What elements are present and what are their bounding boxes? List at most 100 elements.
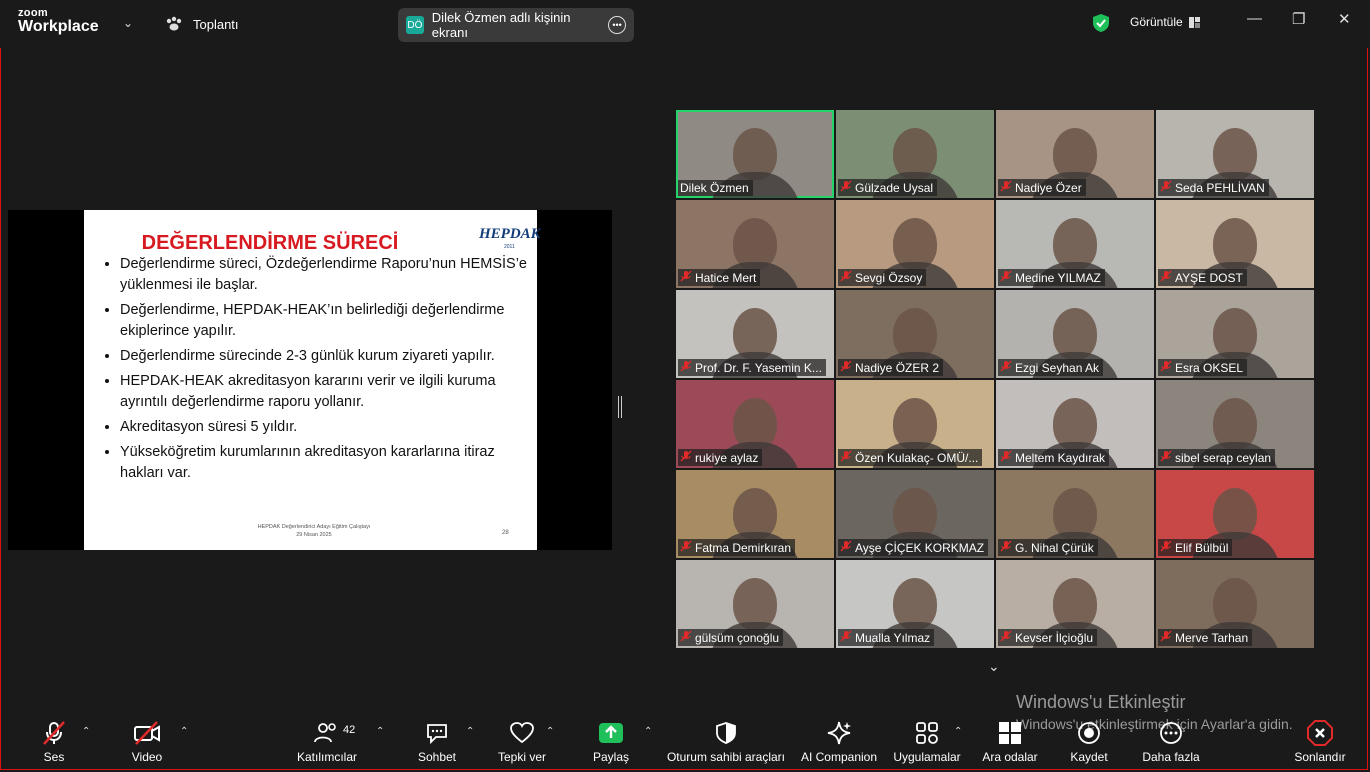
participant-tile[interactable]: Fatma Demirkıran [676,470,834,558]
chevron-down-icon[interactable]: ⌄ [988,658,1000,675]
react-button[interactable]: Tepki ver [496,720,548,764]
share-options-caret-icon[interactable]: ⌃ [644,726,652,737]
participant-tile[interactable]: Kevser İlçioğlu [996,560,1154,648]
ai-companion-button[interactable]: AI Companion [798,720,880,764]
participants-count: 42 [343,724,356,736]
mic-muted-icon [1000,360,1012,375]
participant-tile[interactable]: G. Nihal Çürük [996,470,1154,558]
sparkle-icon [827,721,851,745]
end-meeting-button[interactable]: Sonlandır [1290,720,1350,764]
participant-name: Prof. Dr. F. Yasemin K... [695,360,822,375]
apps-options-caret-icon[interactable]: ⌃ [954,726,962,737]
participant-tile[interactable]: Sevgi Özsoy [836,200,994,288]
participant-name: Fatma Demirkıran [695,540,792,555]
participant-tile[interactable]: Seda PEHLİVAN [1156,110,1314,198]
participant-name: rukiye aylaz [695,450,759,465]
apps-button[interactable]: Uygulamalar [892,720,962,764]
zoom-logo: zoom Workplace [18,8,99,35]
share-screen-icon [599,723,623,743]
participant-name-tag: Mualla Yılmaz [838,629,935,646]
slide-page-number: 28 [502,530,509,536]
participant-name: Hatice Mert [695,270,757,285]
participant-name: Özen Kulakaç- OMÜ/... [855,450,979,465]
participant-tile[interactable]: Gülzade Uysal [836,110,994,198]
apps-icon [916,722,938,744]
breakout-rooms-button[interactable]: Ara odalar [980,720,1040,764]
participant-name: Sevgi Özsoy [855,270,923,285]
participant-tile[interactable]: Merve Tarhan [1156,560,1314,648]
close-icon[interactable]: ✕ [1338,10,1351,28]
chat-label: Sohbet [417,750,457,764]
hepdak-logo-sub: 2011 [504,244,515,250]
participant-name-tag: Özen Kulakaç- OMÜ/... [838,449,983,466]
participant-tile[interactable]: Meltem Kaydırak [996,380,1154,468]
participant-name: Esra OKSEL [1175,360,1244,375]
audio-button[interactable]: Ses [34,720,74,764]
record-button[interactable]: Kaydet [1066,720,1112,764]
participant-tile[interactable]: rukiye aylaz [676,380,834,468]
participant-name: Merve Tarhan [1175,630,1249,645]
react-options-caret-icon[interactable]: ⌃ [546,726,554,737]
chat-options-caret-icon[interactable]: ⌃ [466,726,474,737]
video-options-caret-icon[interactable]: ⌃ [180,726,188,737]
ai-companion-label: AI Companion [800,750,878,764]
minimize-icon[interactable]: — [1247,10,1262,27]
participant-tile[interactable]: Hatice Mert [676,200,834,288]
participant-tile[interactable]: Nadiye Özer [996,110,1154,198]
view-label: Görüntüle [1130,15,1183,29]
mic-muted-icon [680,270,692,285]
restore-icon[interactable]: ❐ [1292,10,1305,28]
chevron-down-icon[interactable]: ⌄ [123,16,133,30]
participant-name: Kevser İlçioğlu [1015,630,1094,645]
participant-tile[interactable]: Medine YILMAZ [996,200,1154,288]
participant-name-tag: Ezgi Seyhan Ak [998,359,1104,376]
participant-name: Mualla Yılmaz [855,630,931,645]
shared-screen: DEĞERLENDİRME SÜRECİ HEPDAK 2011 Değerle… [8,210,612,550]
share-button[interactable]: Paylaş [590,720,632,764]
more-button[interactable]: Daha fazla [1140,720,1202,764]
chat-button[interactable]: Sohbet [416,720,458,764]
chat-icon [427,724,447,745]
more-icon [1160,722,1182,744]
participant-name-tag: Meltem Kaydırak [998,449,1110,466]
participant-name-tag: Dilek Özmen [678,180,753,196]
participant-tile[interactable]: Ezgi Seyhan Ak [996,290,1154,378]
resize-handle[interactable] [618,396,622,418]
participant-name-tag: AYŞE DOST [1158,269,1247,286]
video-label: Video [131,750,163,764]
mic-muted-icon [680,360,692,375]
participant-name: Elif Bülbül [1175,540,1229,555]
view-button[interactable]: Görüntüle [1130,15,1200,29]
participant-tile[interactable]: Ayşe ÇİÇEK KORKMAZ [836,470,994,558]
participant-name-tag: Nadiye ÖZER 2 [838,359,944,376]
audio-options-caret-icon[interactable]: ⌃ [82,726,90,737]
participant-tile[interactable]: Mualla Yılmaz [836,560,994,648]
participant-tile[interactable]: Nadiye ÖZER 2 [836,290,994,378]
share-indicator[interactable]: DÖ Dilek Özmen adlı kişinin ekranı ••• [398,8,634,42]
participant-tile[interactable]: Özen Kulakaç- OMÜ/... [836,380,994,468]
participant-name: Gülzade Uysal [855,180,934,195]
meeting-toolbar: Ses ⌃ Video ⌃ Katılımcılar 42 ⌃ Sohbet ⌃… [0,712,1370,770]
security-shield-icon[interactable] [1092,13,1110,38]
more-options-icon[interactable]: ••• [608,16,626,34]
meeting-info[interactable]: Toplantı [165,16,239,32]
participant-tile[interactable]: Dilek Özmen [676,110,834,198]
participants-options-caret-icon[interactable]: ⌃ [376,726,384,737]
host-tools-button[interactable]: Oturum sahibi araçları [666,720,786,764]
participant-name: G. Nihal Çürük [1015,540,1094,555]
participant-name: Ezgi Seyhan Ak [1015,360,1100,375]
participant-tile[interactable]: AYŞE DOST [1156,200,1314,288]
participant-tile[interactable]: sibel serap ceylan [1156,380,1314,468]
participant-tile[interactable]: Elif Bülbül [1156,470,1314,558]
video-button[interactable]: Video [126,720,168,764]
mic-muted-icon [840,450,852,465]
participant-tile[interactable]: Prof. Dr. F. Yasemin K... [676,290,834,378]
mic-muted-icon [1000,180,1012,195]
mic-muted-icon [680,540,692,555]
participant-tile[interactable]: gülsüm çonoğlu [676,560,834,648]
more-label: Daha fazla [1142,750,1200,764]
slide-bullets: Değerlendirme süreci, Özdeğerlendirme Ra… [102,254,540,488]
mic-muted-icon [43,721,65,745]
presentation-slide: DEĞERLENDİRME SÜRECİ HEPDAK 2011 Değerle… [84,210,541,550]
participant-tile[interactable]: Esra OKSEL [1156,290,1314,378]
